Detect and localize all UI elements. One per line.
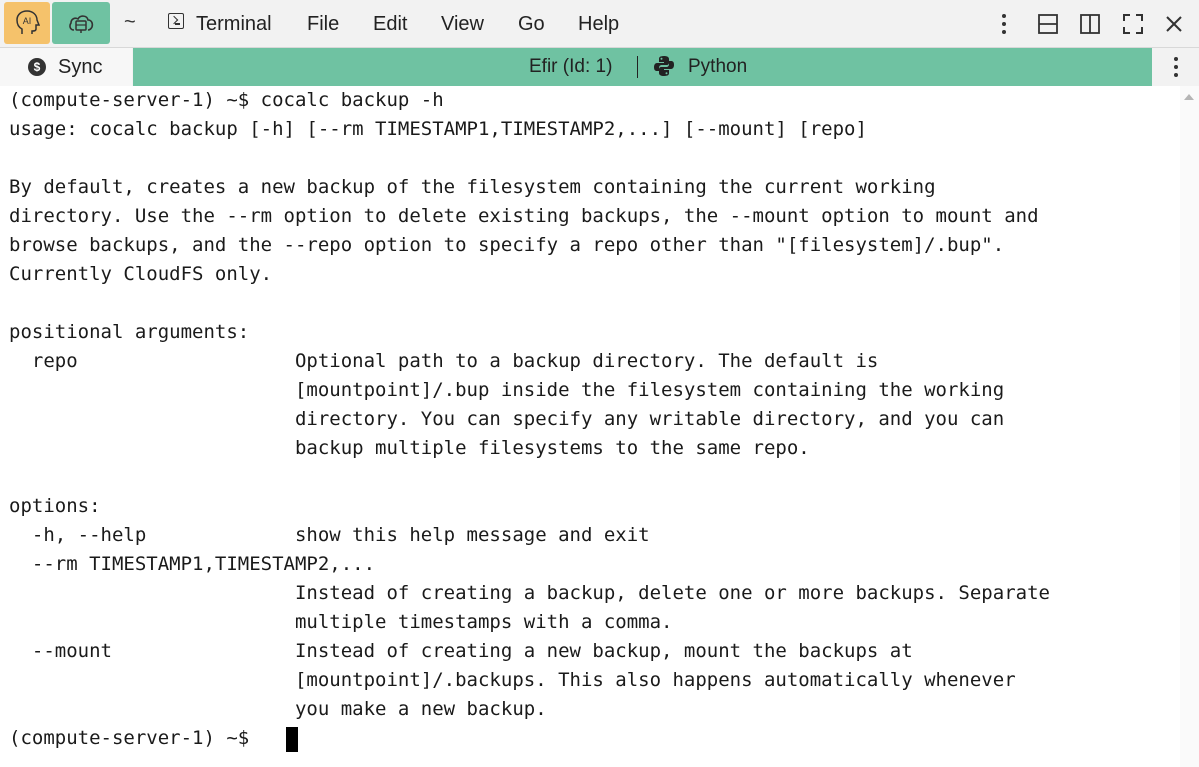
status-divider	[637, 56, 638, 78]
terminal-line: multiple timestamps with a comma.	[9, 611, 673, 633]
terminal-line: --mount Instead of creating a new backup…	[9, 640, 913, 662]
ai-label: AI	[23, 16, 32, 26]
terminal-line: --rm TIMESTAMP1,TIMESTAMP2,...	[9, 553, 376, 575]
menu-edit[interactable]: Edit	[373, 12, 407, 36]
terminal-line: you make a new backup.	[9, 698, 547, 720]
menu-file[interactable]: File	[307, 12, 339, 36]
fullscreen-icon[interactable]	[1121, 12, 1145, 36]
terminal-cursor	[286, 727, 298, 752]
cloud-compute-button[interactable]	[52, 2, 110, 44]
terminal-line: browse backups, and the --repo option to…	[9, 234, 1005, 256]
current-path[interactable]: ~	[124, 11, 136, 34]
scroll-up-arrow-icon[interactable]	[1184, 94, 1194, 100]
terminal-line: backup multiple filesystems to the same …	[9, 437, 810, 459]
terminal-line: Currently CloudFS only.	[9, 263, 273, 285]
terminal-line: directory. Use the --rm option to delete…	[9, 205, 1039, 227]
cloud-server-icon	[69, 15, 94, 33]
terminal-scrollbar[interactable]	[1180, 86, 1199, 767]
top-toolbar: AI ~ Terminal File Edit View Go Help	[0, 0, 1199, 48]
terminal-line: [mountpoint]/.backups. This also happens…	[9, 669, 1016, 691]
menu-terminal[interactable]: Terminal	[196, 12, 272, 36]
terminal-line: (compute-server-1) ~$	[9, 727, 261, 749]
sync-label: Sync	[58, 56, 103, 78]
language-label: Python	[688, 56, 748, 77]
frame-title-bar: $ Sync Efir (Id: 1) Python	[0, 48, 1199, 86]
kernel-label: Efir (Id: 1)	[529, 56, 613, 77]
kebab-icon[interactable]	[992, 12, 1016, 36]
menu-help[interactable]: Help	[578, 12, 619, 36]
terminal-line: [mountpoint]/.bup inside the filesystem …	[9, 379, 1005, 401]
terminal-line: positional arguments:	[9, 321, 250, 343]
split-horizontal-icon[interactable]	[1036, 12, 1060, 36]
terminal-status-bar: Efir (Id: 1) Python	[133, 48, 1152, 86]
python-icon	[654, 56, 674, 76]
sync-icon: $	[28, 58, 46, 76]
frame-menu-kebab-icon[interactable]	[1164, 54, 1188, 80]
menu-go[interactable]: Go	[518, 12, 545, 36]
terminal-line: repo Optional path to a backup directory…	[9, 350, 879, 372]
terminal-line: directory. You can specify any writable …	[9, 408, 1005, 430]
terminal-output[interactable]: (compute-server-1) ~$ cocalc backup -h us…	[0, 86, 1180, 767]
terminal-line: Instead of creating a backup, delete one…	[9, 582, 1050, 604]
ai-assistant-button[interactable]: AI	[4, 2, 50, 44]
close-icon[interactable]	[1162, 12, 1186, 36]
ai-head-icon: AI	[16, 10, 40, 34]
menu-view[interactable]: View	[441, 12, 484, 36]
terminal-line: -h, --help show this help message and ex…	[9, 524, 650, 546]
terminal-line: usage: cocalc backup [-h] [--rm TIMESTAM…	[9, 118, 867, 140]
terminal-icon	[168, 13, 184, 29]
sync-button[interactable]: $ Sync	[0, 48, 132, 86]
split-vertical-icon[interactable]	[1078, 12, 1102, 36]
terminal-line: By default, creates a new backup of the …	[9, 176, 936, 198]
terminal-line: options:	[9, 495, 101, 517]
terminal-line: (compute-server-1) ~$ cocalc backup -h	[9, 89, 444, 111]
